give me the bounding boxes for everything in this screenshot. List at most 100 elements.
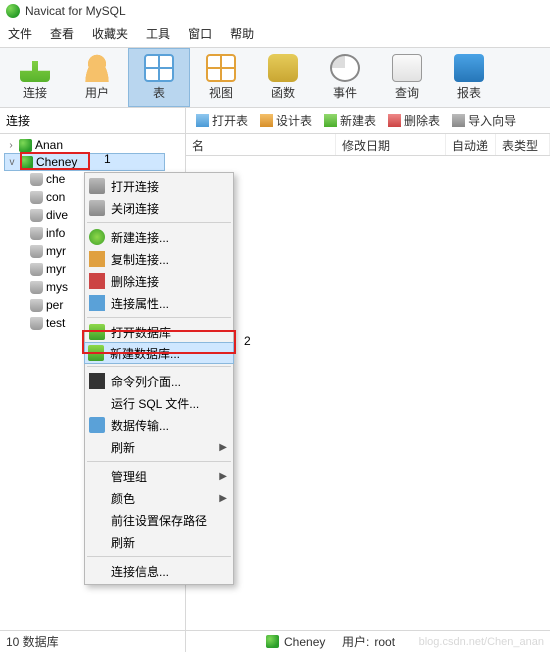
connection-bar: 连接 打开表设计表新建表 删除表 导入向导 xyxy=(0,108,550,134)
open-table-action-label: 打开表 xyxy=(212,112,248,129)
user-button[interactable]: 用户 xyxy=(66,48,128,107)
cm-close-connection-icon xyxy=(89,200,105,216)
menu-view[interactable]: 查看 xyxy=(50,25,74,42)
new-table-action[interactable]: 新建表 xyxy=(324,112,376,129)
status-connection-icon xyxy=(266,635,279,648)
cm-data-transfer-icon xyxy=(89,417,105,433)
cm-connection-info[interactable]: 连接信息... xyxy=(85,560,233,582)
app-title: Navicat for MySQL xyxy=(25,4,126,18)
database-icon xyxy=(30,317,43,330)
cm-copy-connection[interactable]: 复制连接... xyxy=(85,248,233,270)
context-menu-separator xyxy=(87,366,231,367)
cm-close-connection-label: 关闭连接 xyxy=(111,200,227,217)
cm-goto-settings-path[interactable]: 前往设置保存路径 xyxy=(85,509,233,531)
cm-data-transfer-label: 数据传输... xyxy=(111,417,227,434)
report-button-icon xyxy=(454,54,484,82)
tree-db-1-label: con xyxy=(46,190,65,204)
menu-tools[interactable]: 工具 xyxy=(146,25,170,42)
tree-db-5-label: myr xyxy=(46,262,66,276)
cm-connection-info-icon xyxy=(89,563,105,579)
import-wizard-action[interactable]: 导入向导 xyxy=(452,112,516,129)
database-icon xyxy=(30,281,43,294)
report-button[interactable]: 报表 xyxy=(438,48,500,107)
connection-button-icon xyxy=(20,54,50,82)
delete-table-action-label: 删除表 xyxy=(404,112,440,129)
app-icon xyxy=(6,4,20,18)
context-menu-separator xyxy=(87,222,231,223)
query-button-label: 查询 xyxy=(395,84,419,101)
annotation-box-1 xyxy=(20,152,90,170)
object-list-pane: 名 修改日期 自动递 表类型 xyxy=(186,134,550,644)
cm-data-transfer[interactable]: 数据传输... xyxy=(85,414,233,436)
table-button[interactable]: 表 xyxy=(128,48,190,107)
query-button[interactable]: 查询 xyxy=(376,48,438,107)
tree-anan-expander[interactable]: › xyxy=(6,140,16,151)
connection-pane-header: 连接 xyxy=(0,108,186,133)
cm-color[interactable]: 颜色 ▶ xyxy=(85,487,233,509)
view-button-label: 视图 xyxy=(209,84,233,101)
cm-run-sql-file[interactable]: 运行 SQL 文件... xyxy=(85,392,233,414)
column-name[interactable]: 名 xyxy=(186,134,336,155)
function-button[interactable]: 函数 xyxy=(252,48,314,107)
menu-help[interactable]: 帮助 xyxy=(230,25,254,42)
table-button-icon xyxy=(144,54,174,82)
cm-refresh-icon xyxy=(89,439,105,455)
event-button-label: 事件 xyxy=(333,84,357,101)
status-bar: 10 数据库 Cheney 用户: root xyxy=(0,630,550,652)
menu-favorites[interactable]: 收藏夹 xyxy=(92,25,128,42)
new-table-action-icon xyxy=(324,114,337,127)
submenu-arrow-icon: ▶ xyxy=(219,493,227,504)
tree-db-2-label: dive xyxy=(46,208,68,222)
cm-refresh2[interactable]: 刷新 xyxy=(85,531,233,553)
delete-table-action-icon xyxy=(388,114,401,127)
cm-open-connection[interactable]: 打开连接 xyxy=(85,175,233,197)
database-icon xyxy=(30,173,43,186)
cm-refresh[interactable]: 刷新 ▶ xyxy=(85,436,233,458)
database-icon xyxy=(30,245,43,258)
main-toolbar: 连接 用户 表 视图 函数 事件 查询 报表 xyxy=(0,48,550,108)
delete-table-action[interactable]: 删除表 xyxy=(388,112,440,129)
title-bar: Navicat for MySQL xyxy=(0,0,550,22)
tree-db-6-label: mys xyxy=(46,280,68,294)
cm-copy-connection-icon xyxy=(89,251,105,267)
connection-context-menu[interactable]: 打开连接 关闭连接 新建连接... 复制连接... 删除连接 连接属性... 打… xyxy=(84,172,234,585)
cm-new-connection[interactable]: 新建连接... xyxy=(85,226,233,248)
cm-command-line[interactable]: 命令列介面... xyxy=(85,370,233,392)
connection-button[interactable]: 连接 xyxy=(4,48,66,107)
open-table-action-icon xyxy=(196,114,209,127)
tree-db-8-label: test xyxy=(46,316,65,330)
cm-delete-connection-icon xyxy=(89,273,105,289)
user-button-icon xyxy=(82,54,112,82)
menu-bar: 文件 查看 收藏夹 工具 窗口 帮助 xyxy=(0,22,550,48)
tree-db-4-label: myr xyxy=(46,244,66,258)
cm-open-connection-icon xyxy=(89,178,105,194)
cm-new-connection-label: 新建连接... xyxy=(111,229,227,246)
function-button-icon xyxy=(268,54,298,82)
design-table-action[interactable]: 设计表 xyxy=(260,112,312,129)
event-button[interactable]: 事件 xyxy=(314,48,376,107)
import-wizard-action-label: 导入向导 xyxy=(468,112,516,129)
cm-delete-connection[interactable]: 删除连接 xyxy=(85,270,233,292)
cm-manage-group[interactable]: 管理组 ▶ xyxy=(85,465,233,487)
column-modified[interactable]: 修改日期 xyxy=(336,134,446,155)
user-button-label: 用户 xyxy=(85,84,109,101)
menu-window[interactable]: 窗口 xyxy=(188,25,212,42)
open-table-action[interactable]: 打开表 xyxy=(196,112,248,129)
cm-new-connection-icon xyxy=(89,229,105,245)
tree-db-3-label: info xyxy=(46,226,65,240)
database-icon xyxy=(30,299,43,312)
column-tabletype[interactable]: 表类型 xyxy=(496,134,550,155)
query-button-icon xyxy=(392,54,422,82)
tree-cheney-expander[interactable]: v xyxy=(7,157,17,168)
status-connection-name: Cheney xyxy=(284,635,325,649)
cm-connection-properties[interactable]: 连接属性... xyxy=(85,292,233,314)
cm-open-connection-label: 打开连接 xyxy=(111,178,227,195)
cm-close-connection[interactable]: 关闭连接 xyxy=(85,197,233,219)
table-button-label: 表 xyxy=(153,84,165,101)
connection-button-label: 连接 xyxy=(23,84,47,101)
column-autoincrement[interactable]: 自动递 xyxy=(446,134,496,155)
menu-file[interactable]: 文件 xyxy=(8,25,32,42)
cm-connection-info-label: 连接信息... xyxy=(111,563,227,580)
view-button[interactable]: 视图 xyxy=(190,48,252,107)
context-menu-separator xyxy=(87,317,231,318)
